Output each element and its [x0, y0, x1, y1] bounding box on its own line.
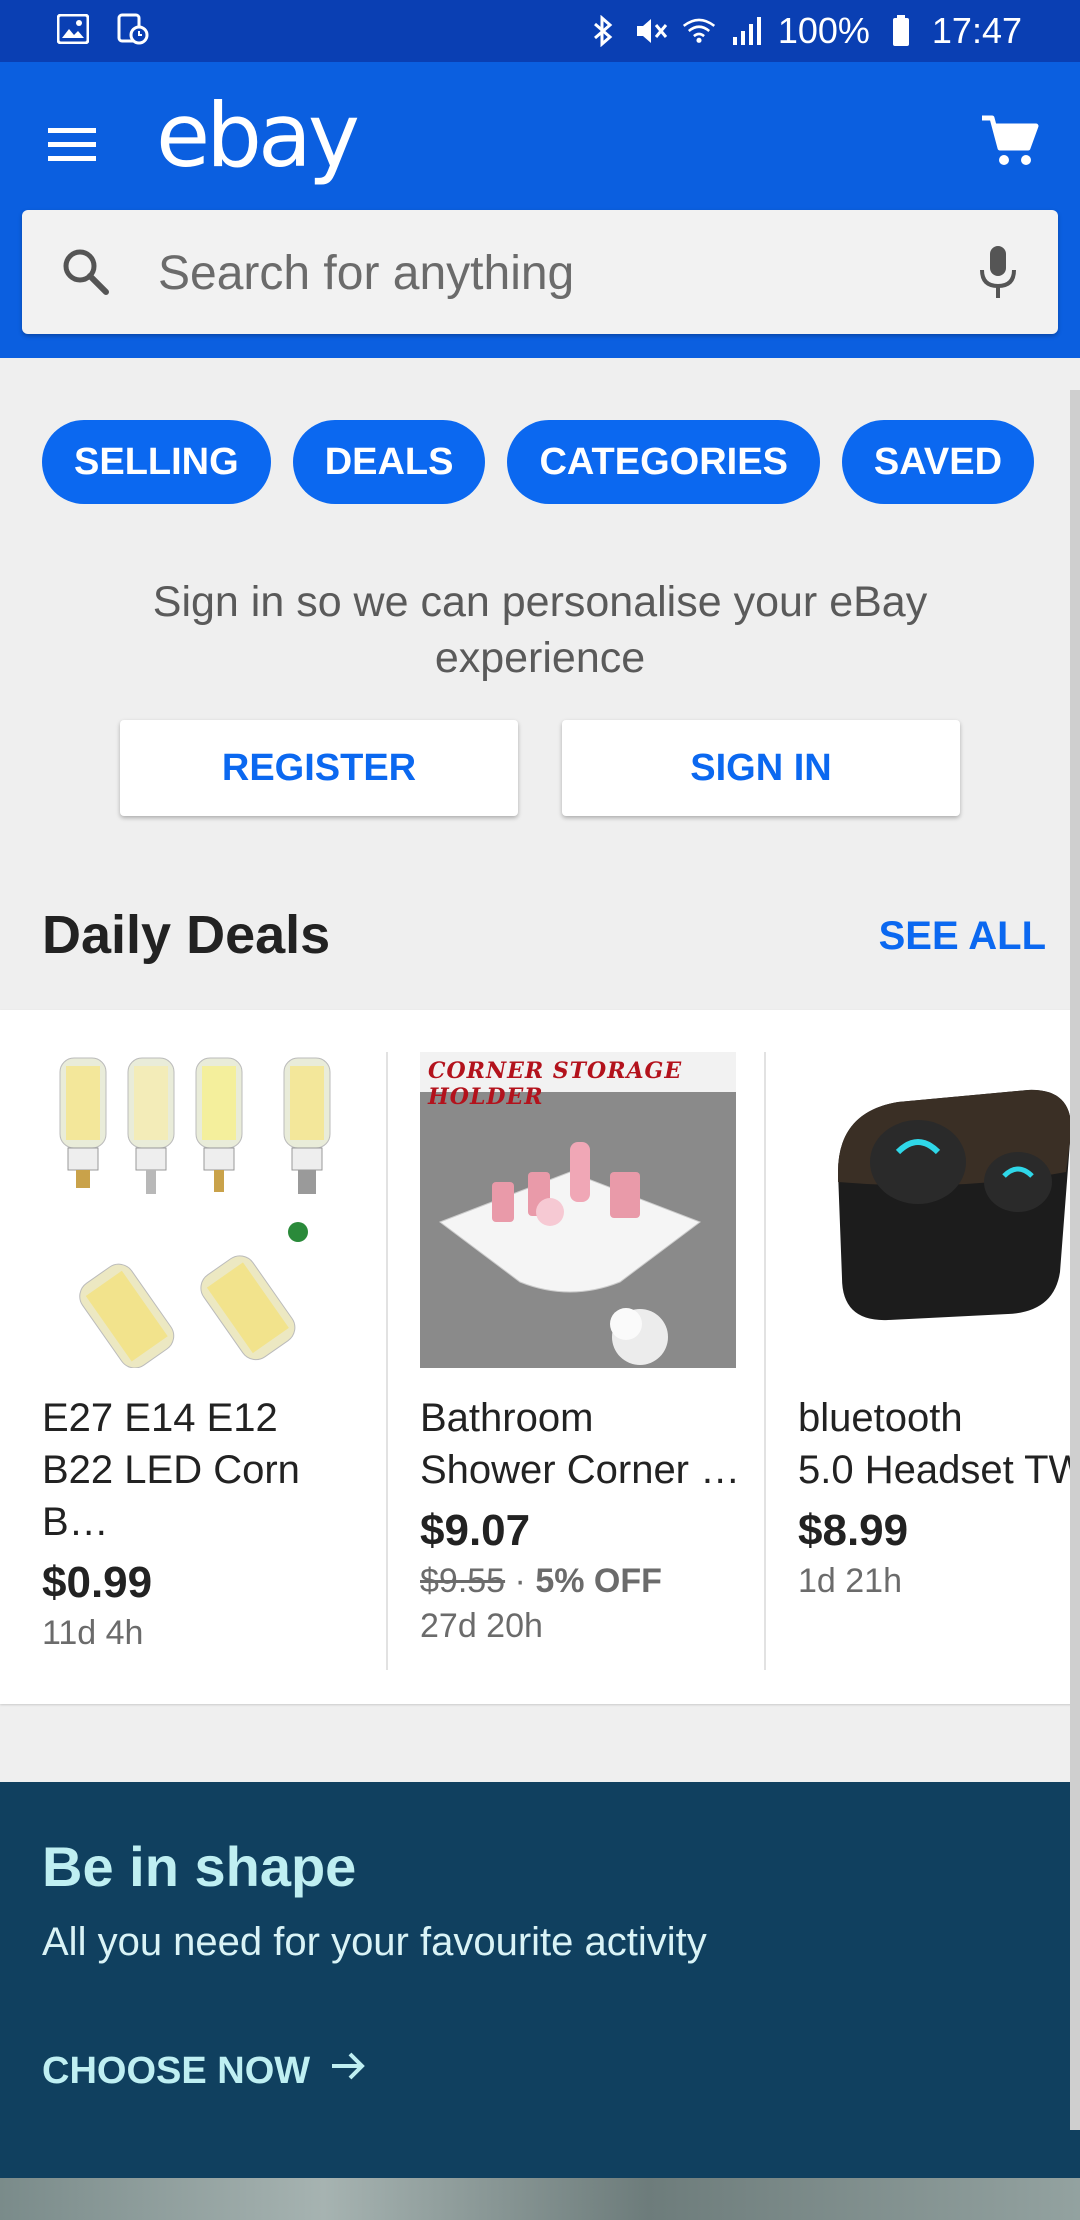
sign-in-button[interactable]: SIGN IN: [562, 720, 960, 816]
microphone-icon[interactable]: [968, 240, 1028, 304]
choose-now-button[interactable]: CHOOSE NOW: [42, 2046, 368, 2096]
banner-title: Be in shape: [42, 1835, 357, 1898]
gallery-icon: [56, 12, 90, 46]
deal-discount: $9.55 · 5% OFF: [420, 1562, 750, 1601]
next-banner-image: [0, 2178, 1080, 2220]
app-bar: ebay Search for anything: [0, 62, 1080, 358]
banner-subtitle: All you need for your favourite activity: [42, 1920, 707, 1964]
separator-dot: ·: [514, 1562, 526, 1600]
pill-saved[interactable]: SAVED: [841, 420, 1035, 504]
pill-selling[interactable]: SELLING: [42, 420, 271, 504]
signal-icon: [730, 14, 764, 48]
bluetooth-icon: [586, 14, 620, 48]
deal-discount-percent: 5% OFF: [535, 1562, 662, 1600]
deal-card[interactable]: CORNER STORAGE HOLDER Bathroom Shower Co…: [420, 1052, 750, 1646]
choose-now-label: CHOOSE NOW: [42, 2049, 311, 2092]
arrow-right-icon: [328, 2046, 368, 2096]
deal-time-left: 1d 21h: [798, 1562, 902, 1600]
deal-price: $8.99: [798, 1506, 909, 1555]
led-bulb-image: [42, 1052, 358, 1368]
see-all-link[interactable]: SEE ALL: [879, 914, 1046, 959]
card-divider: [764, 1052, 766, 1670]
battery-icon: [884, 14, 918, 48]
deal-image-caption: CORNER STORAGE HOLDER: [428, 1058, 683, 1110]
card-divider: [386, 1052, 388, 1670]
corner-shelf-image: CORNER STORAGE HOLDER: [420, 1052, 736, 1368]
daily-deals-carousel[interactable]: E27 E14 E12 B22 LED Corn B… $0.99 11d 4h…: [0, 1010, 1080, 1704]
search-input[interactable]: Search for anything: [158, 246, 574, 301]
deal-title: E27 E14 E12 B22 LED Corn B…: [42, 1396, 300, 1544]
deal-title: bluetooth 5.0 Headset TW: [798, 1396, 1080, 1492]
ebay-logo[interactable]: ebay: [156, 84, 360, 187]
status-bar: 100% 17:47: [0, 0, 1080, 62]
deal-card[interactable]: bluetooth 5.0 Headset TW $8.99 1d 21h: [798, 1052, 1080, 1601]
deal-title: Bathroom Shower Corner …: [420, 1396, 741, 1492]
wifi-icon: [682, 14, 716, 48]
earbuds-image: [798, 1052, 1080, 1368]
deal-price: $9.07: [420, 1506, 531, 1555]
promo-banner[interactable]: Be in shape All you need for your favour…: [0, 1782, 1080, 2178]
deal-time-left: 27d 20h: [420, 1607, 543, 1645]
daily-deals-title: Daily Deals: [42, 905, 331, 965]
clock: 17:47: [931, 10, 1022, 51]
register-button[interactable]: REGISTER: [120, 720, 518, 816]
pill-deals[interactable]: DEALS: [292, 420, 486, 504]
cart-icon[interactable]: [976, 106, 1042, 172]
menu-icon[interactable]: [44, 114, 104, 174]
deal-price: $0.99: [42, 1558, 153, 1607]
deal-original-price: $9.55: [420, 1562, 506, 1600]
battery-percent: 100%: [777, 10, 870, 51]
mute-icon: [634, 14, 668, 48]
signin-prompt-text: Sign in so we can personalise your eBay …: [152, 578, 928, 682]
pill-categories[interactable]: CATEGORIES: [507, 420, 820, 504]
deal-time-left: 11d 4h: [42, 1614, 144, 1652]
screenshot-icon: [116, 12, 150, 46]
quick-links: SELLING DEALS CATEGORIES SAVED: [42, 420, 1035, 504]
search-icon: [56, 242, 116, 302]
deal-card[interactable]: E27 E14 E12 B22 LED Corn B… $0.99 11d 4h: [42, 1052, 372, 1653]
search-bar[interactable]: Search for anything: [22, 210, 1058, 334]
scrollbar[interactable]: [1070, 390, 1080, 2130]
